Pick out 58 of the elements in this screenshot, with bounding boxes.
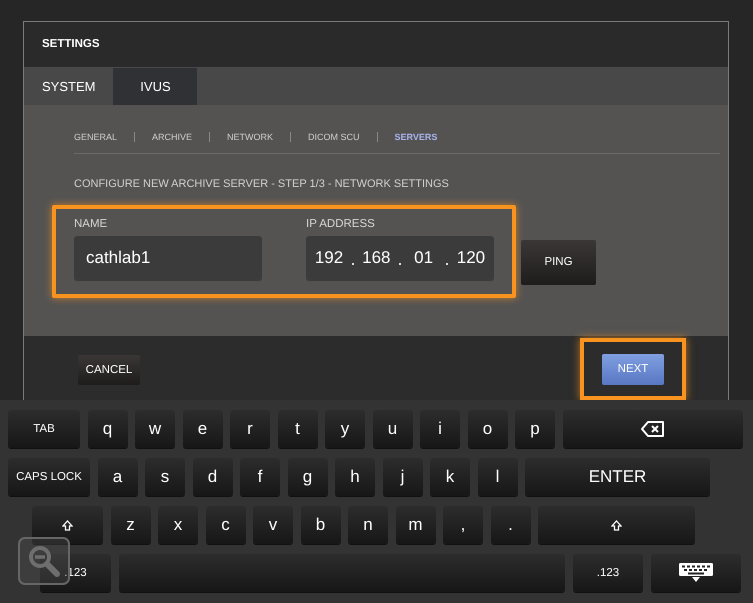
letter-key[interactable]: v [253, 506, 293, 544]
letter-key[interactable]: n [348, 506, 388, 544]
letter-key[interactable]: f [240, 458, 280, 496]
tab[interactable]: SYSTEM [24, 68, 114, 105]
cancel-button[interactable]: CANCEL [78, 355, 140, 385]
octet-text: 168 [361, 248, 392, 268]
ping-button[interactable]: PING [521, 240, 596, 285]
backspace-key[interactable] [562, 410, 742, 448]
octet-text: 120 [456, 248, 486, 268]
letter-key[interactable]: a [98, 458, 138, 496]
letter-key[interactable]: t [278, 410, 318, 448]
letter-key[interactable]: , [443, 506, 483, 544]
letter-key[interactable]: i [420, 410, 460, 448]
octet-text: 01 [413, 248, 434, 268]
letter-key[interactable]: p [515, 410, 555, 448]
letter-key[interactable]: y [325, 410, 365, 448]
letter-key[interactable]: d [192, 458, 232, 496]
hide-keyboard-key[interactable] [651, 554, 741, 592]
letter-key[interactable]: q [88, 410, 128, 448]
letter-key[interactable]: z [110, 506, 150, 544]
letter-key[interactable]: x [158, 506, 198, 544]
letter-key[interactable]: m [396, 506, 436, 544]
letter-key[interactable]: w [135, 410, 175, 448]
tab[interactable]: IVUS [113, 68, 198, 105]
letter-key[interactable]: j [382, 458, 422, 496]
keyboard-icon [679, 563, 713, 583]
letter-key[interactable]: u [372, 410, 412, 448]
octet-text: 192 [314, 248, 344, 268]
shift-key[interactable] [32, 506, 103, 544]
name-field[interactable]: cathlab1 [74, 236, 262, 281]
letter-key[interactable]: h [335, 458, 375, 496]
subtab-link[interactable]: DICOM SCU [308, 132, 360, 142]
shift-icon [62, 520, 73, 530]
letter-key[interactable]: l [478, 458, 518, 496]
backspace-icon [640, 421, 664, 437]
step-heading: CONFIGURE NEW ARCHIVE SERVER - STEP 1/3 - NETWORK SETTINGS [74, 178, 450, 190]
dialog-title: SETTINGS [42, 38, 100, 50]
enter-key[interactable]: ENTER [525, 458, 710, 496]
letter-key[interactable]: k [430, 458, 470, 496]
field-label: IP ADDRESS [306, 218, 376, 230]
subtab-link[interactable]: GENERAL [74, 132, 118, 142]
field-label: NAME [74, 218, 108, 230]
letter-key[interactable]: b [300, 506, 340, 544]
subtab-link[interactable]: ARCHIVE [152, 132, 192, 142]
letter-key[interactable]: o [468, 410, 508, 448]
letter-key[interactable]: r [230, 410, 270, 448]
letter-key[interactable]: g [288, 458, 328, 496]
numbers-key[interactable]: .123 [573, 554, 643, 592]
letter-key[interactable]: e [182, 410, 222, 448]
shift-icon [611, 520, 622, 530]
letter-key[interactable]: s [145, 458, 185, 496]
caps-lock-key[interactable]: CAPS LOCK [8, 458, 90, 496]
subtab-link[interactable]: SERVERS [394, 132, 438, 142]
tab-key[interactable]: TAB [8, 410, 80, 448]
letter-key[interactable]: . [490, 506, 530, 544]
ip-address-field[interactable]: 192 168 01 120 [306, 236, 494, 281]
letter-key[interactable]: c [206, 506, 246, 544]
subtab-link[interactable]: NETWORK [227, 132, 274, 142]
